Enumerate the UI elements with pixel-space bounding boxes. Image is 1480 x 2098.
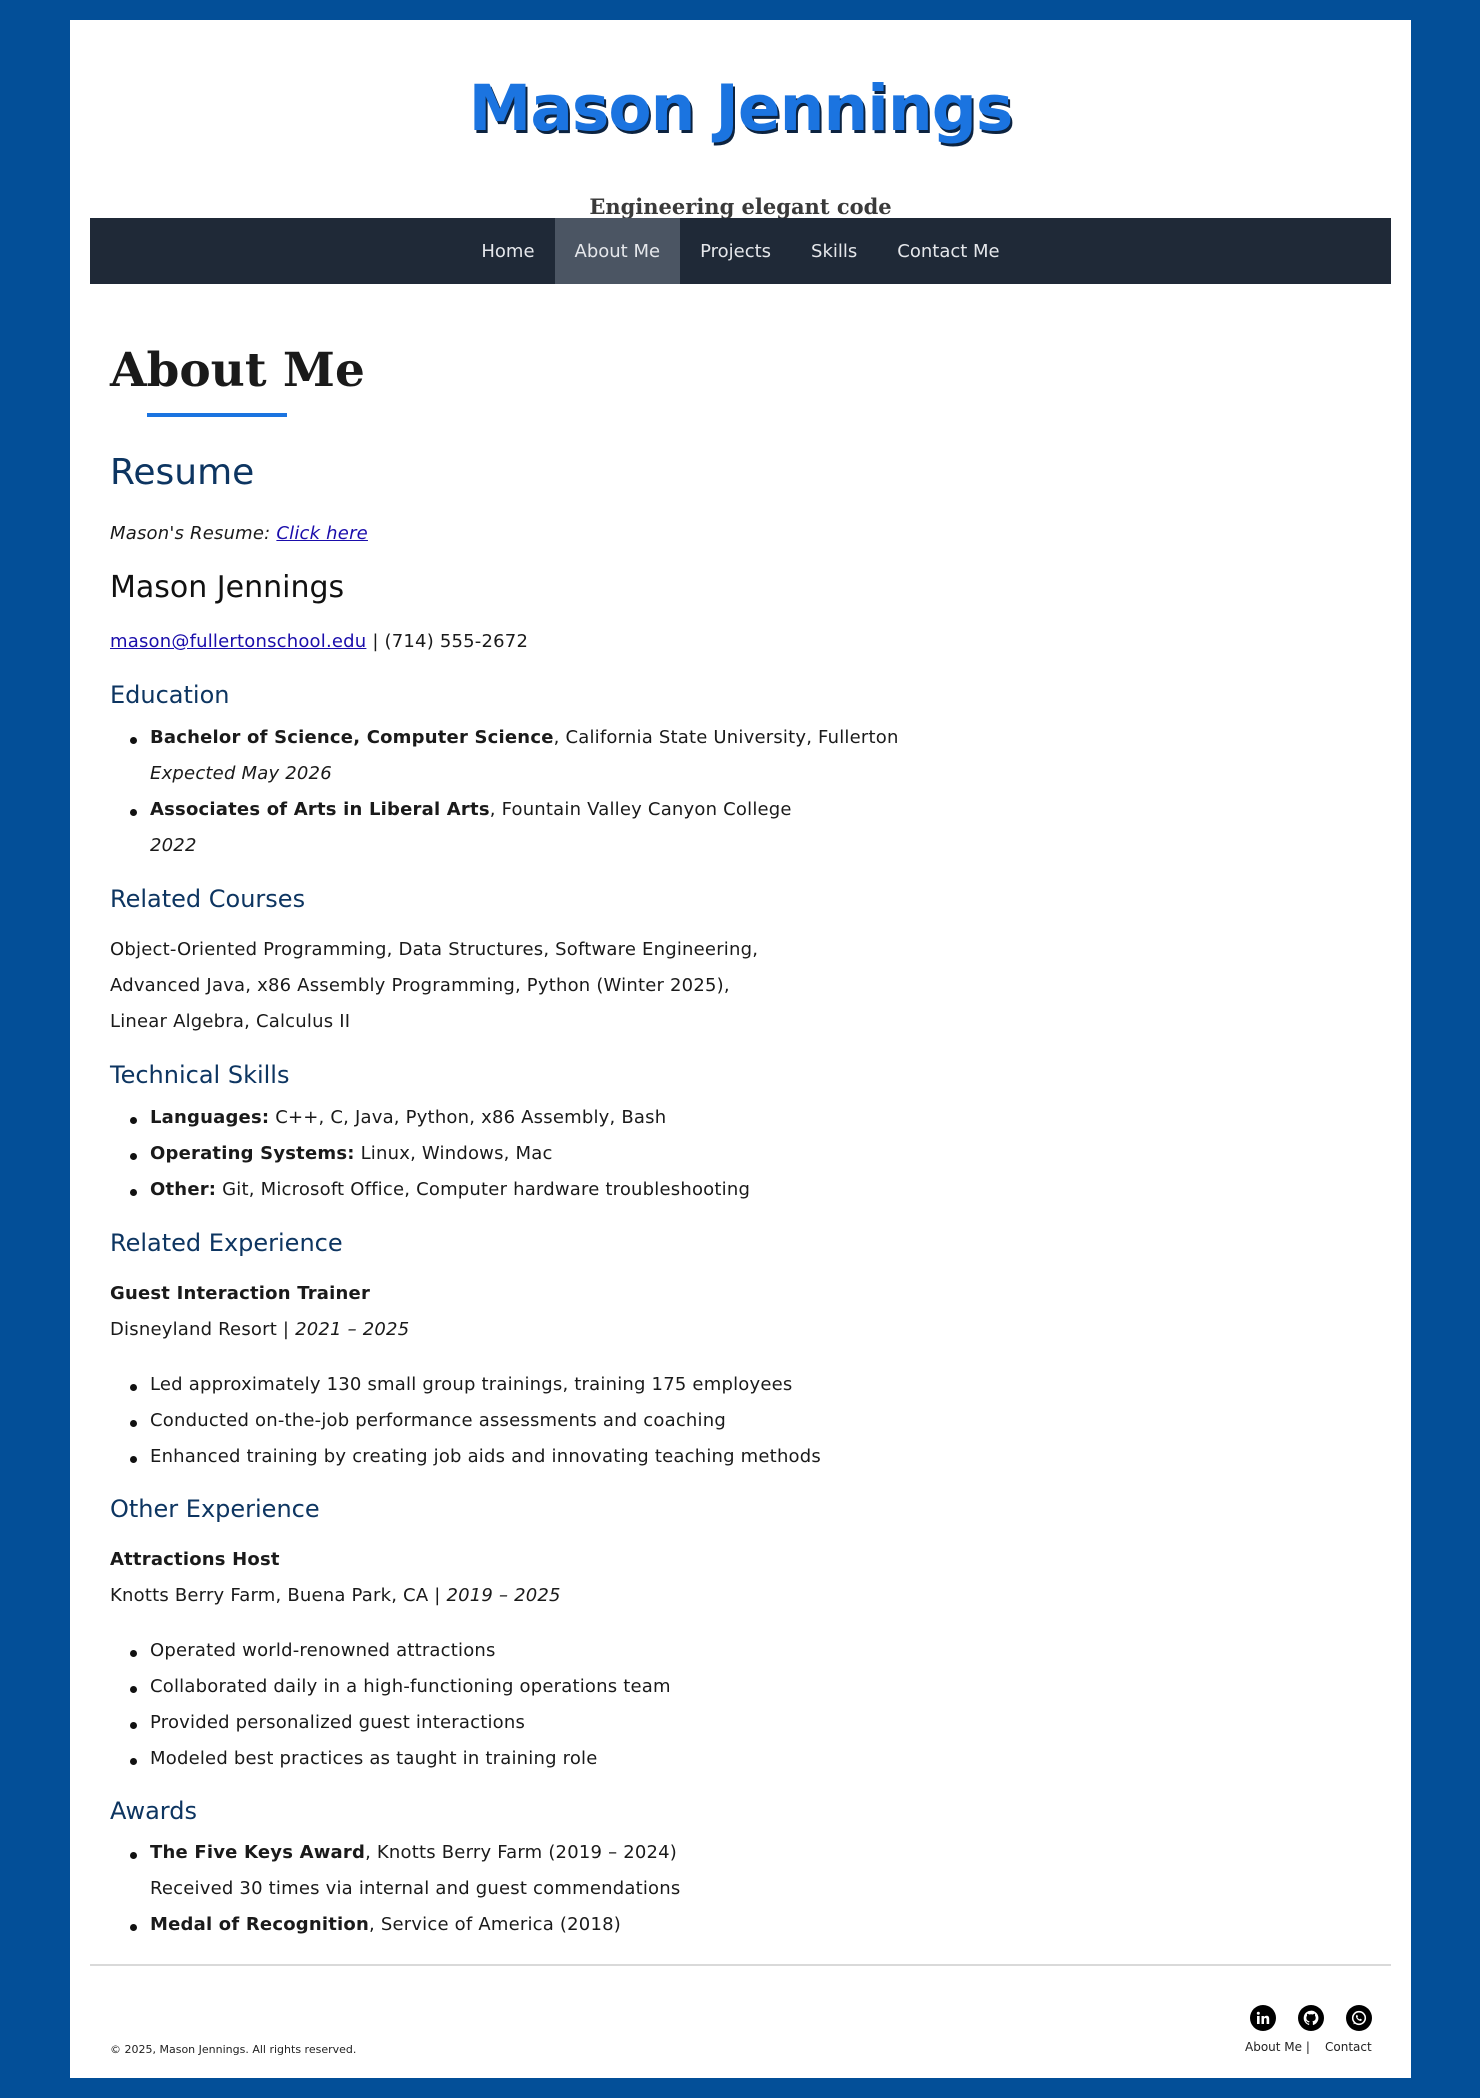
courses-line: Advanced Java, x86 Assembly Programming,… [110,975,730,996]
job-title: Attractions Host [110,1549,280,1570]
skill-item: Operating Systems: Linux, Windows, Mac [150,1143,553,1164]
nav-about-me[interactable]: About Me [554,218,681,284]
skill-item: Other: Git, Microsoft Office, Computer h… [150,1179,750,1200]
bullet [130,809,137,816]
education-item: Associates of Arts in Liberal Arts, Foun… [150,799,792,820]
education-date: Expected May 2026 [150,763,332,784]
bullet [130,1650,137,1657]
bullet [130,1924,137,1931]
skill-label: Languages: [150,1107,270,1128]
awards-heading: Awards [110,1797,197,1825]
bullet [130,737,137,744]
job-bullet: Modeled best practices as taught in trai… [150,1748,598,1769]
whatsapp-icon[interactable] [1346,2005,1372,2031]
job-bullet: Operated world-renowned attractions [150,1640,496,1661]
job-bullet: Led approximately 130 small group traini… [150,1374,793,1395]
award-detail: , Service of America (2018) [368,1914,621,1935]
page-container: Mason Jennings Engineering elegant code … [70,20,1411,2078]
resume-link[interactable]: Click here [276,523,368,544]
bullet [130,1722,137,1729]
job-bullet: Enhanced training by creating job aids a… [150,1446,821,1467]
footer-link-about[interactable]: About Me | [1245,2040,1310,2054]
related-experience-heading: Related Experience [110,1229,343,1257]
nav-skills[interactable]: Skills [791,218,877,284]
degree: Associates of Arts in Liberal Arts [150,799,490,820]
bullet [130,1189,137,1196]
bullet [130,1758,137,1765]
bullet [130,1456,137,1463]
award-note: Received 30 times via internal and guest… [150,1878,681,1899]
job-bullet: Provided personalized guest interactions [150,1712,526,1733]
skill-value: C++, C, Java, Python, x86 Assembly, Bash [269,1107,667,1128]
job-title: Guest Interaction Trainer [110,1283,371,1304]
title-underline [147,413,287,417]
education-heading: Education [110,681,230,709]
github-icon[interactable] [1298,2005,1324,2031]
resume-line: Mason's Resume: Click here [110,523,368,544]
school: , Fountain Valley Canyon College [489,799,792,820]
award-name: Medal of Recognition [150,1914,369,1935]
bullet [130,1153,137,1160]
main-navbar: Home About Me Projects Skills Contact Me [90,218,1391,284]
other-experience-heading: Other Experience [110,1495,320,1523]
phone-text: | (714) 555-2672 [372,631,529,652]
bullet [130,1686,137,1693]
courses-line: Object-Oriented Programming, Data Struct… [110,939,759,960]
bullet [130,1420,137,1427]
footer-divider [90,1964,1391,1966]
award-item: Medal of Recognition, Service of America… [150,1914,621,1935]
skill-label: Other: [150,1179,217,1200]
linkedin-icon[interactable] [1250,2005,1276,2031]
job-bullet: Conducted on-the-job performance assessm… [150,1410,726,1431]
nav-projects[interactable]: Projects [680,218,791,284]
courses-heading: Related Courses [110,885,306,913]
skills-heading: Technical Skills [110,1061,290,1089]
bullet [130,1117,137,1124]
skill-value: Git, Microsoft Office, Computer hardware… [216,1179,751,1200]
award-item: The Five Keys Award, Knotts Berry Farm (… [150,1842,677,1863]
site-tagline: Engineering elegant code [589,194,892,219]
skill-value: Linux, Windows, Mac [354,1143,553,1164]
footer-copyright: © 2025, Mason Jennings. All rights reser… [110,2043,357,2056]
resume-heading: Resume [110,452,255,493]
page-title: About Me [110,343,365,398]
org-name: Knotts Berry Farm, Buena Park, CA | [110,1585,447,1606]
education-date: 2022 [150,835,197,856]
resume-prefix: Mason's Resume: [110,523,271,544]
courses-line: Linear Algebra, Calculus II [110,1011,351,1032]
skill-label: Operating Systems: [150,1143,355,1164]
job-dates: 2019 – 2025 [446,1585,561,1606]
degree: Bachelor of Science, Computer Science [150,727,554,748]
org-name: Disneyland Resort | [110,1319,296,1340]
award-name: The Five Keys Award [150,1842,366,1863]
job-dates: 2021 – 2025 [295,1319,410,1340]
bullet [130,1852,137,1859]
footer-link-contact[interactable]: Contact [1325,2040,1372,2054]
skill-item: Languages: C++, C, Java, Python, x86 Ass… [150,1107,666,1128]
contact-line: mason@fullertonschool.edu | (714) 555-26… [110,631,528,652]
award-detail: , Knotts Berry Farm (2019 – 2024) [365,1842,678,1863]
resume-name: Mason Jennings [110,570,345,605]
job-org: Disneyland Resort | 2021 – 2025 [110,1319,409,1340]
education-item: Bachelor of Science, Computer Science, C… [150,727,899,748]
nav-contact-me[interactable]: Contact Me [877,218,1019,284]
nav-home[interactable]: Home [461,218,554,284]
site-title: Mason Jennings [468,72,1014,145]
bullet [130,1384,137,1391]
job-org: Knotts Berry Farm, Buena Park, CA | 2019… [110,1585,561,1606]
job-bullet: Collaborated daily in a high-functioning… [150,1676,671,1697]
school: , California State University, Fullerton [553,727,899,748]
email-link[interactable]: mason@fullertonschool.edu [110,631,366,652]
